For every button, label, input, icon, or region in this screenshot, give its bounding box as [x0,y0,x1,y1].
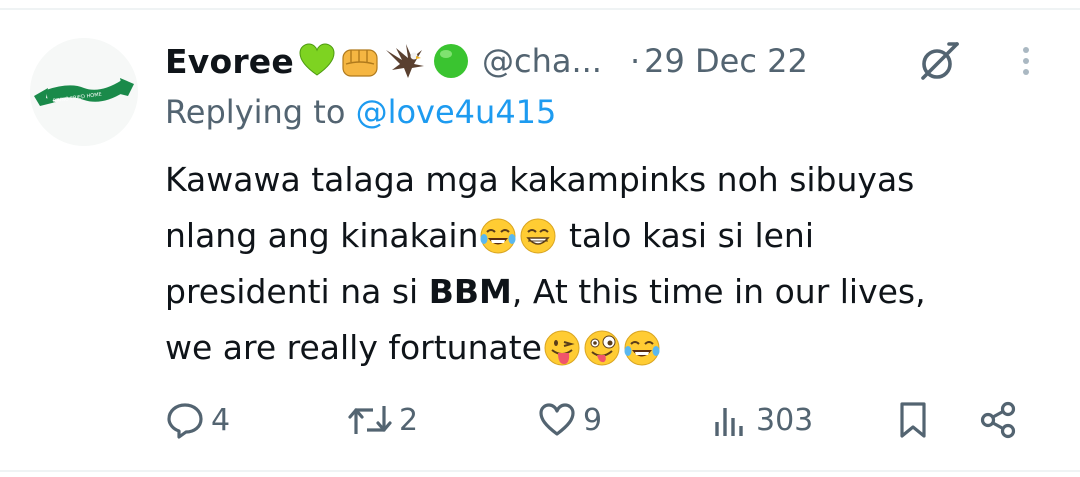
text-segment: , At this time in our lives, [511,272,926,311]
replying-to-link[interactable]: @love4u415 [356,93,557,131]
text-segment: Kawawa talaga mga kakampinks noh sibuyas [165,160,915,199]
reply-count: 4 [211,402,231,438]
display-name[interactable]: Evoree [165,42,294,81]
name-emojis [298,42,470,80]
text-segment: talo kasi si leni [558,216,814,255]
green-heart-emoji [299,43,335,76]
bookmark-button[interactable] [893,395,933,445]
tweet-text: Kawawa talaga mga kakampinks noh sibuyas… [165,152,1045,376]
oncoming-fist-emoji [342,49,378,77]
reply-button[interactable]: 4 [165,395,230,445]
avatar-ribbon-logo: BRING FRIED HOME [30,38,138,146]
tears-of-joy-emoji [480,218,516,254]
tweet-text-line: nlang ang kinakain talo kasi si leni [165,208,1045,264]
share-icon [980,401,1016,439]
views-icon [715,408,743,436]
zany-face-emoji [584,330,620,366]
repost-button[interactable]: 2 [347,395,418,445]
heart-icon [539,403,575,436]
views-count: 303 [756,402,814,438]
tweet-header: Evoree @cha... · 29 Dec 22 [165,36,808,86]
like-count: 9 [583,402,603,438]
replying-to: Replying to @love4u415 [165,93,556,131]
views-button[interactable]: 303 [710,395,813,445]
grok-icon[interactable] [915,38,963,86]
like-button[interactable]: 9 [537,395,602,445]
user-handle[interactable]: @cha... [482,42,602,80]
text-segment: presidenti na si [165,272,429,311]
tweet-date[interactable]: 29 Dec 22 [644,42,808,80]
bookmark-icon [900,402,926,438]
reply-icon [167,403,203,439]
green-circle-emoji [433,44,468,78]
bottom-divider [0,470,1080,472]
separator-dot: · [629,42,641,80]
tweet-text-line: Kawawa talaga mga kakampinks noh sibuyas [165,152,1045,208]
tears-of-joy-emoji [624,330,660,366]
text-bold-segment: BBM [428,272,512,311]
eagle-emoji [385,44,424,78]
top-divider [0,8,1080,10]
tweet-text-line: presidenti na si BBM, At this time in ou… [165,264,1045,320]
repost-count: 2 [399,402,419,438]
share-button[interactable] [977,395,1021,445]
text-segment: nlang ang kinakain [165,216,479,255]
avatar[interactable]: BRING FRIED HOME [30,38,138,146]
winking-tongue-emoji [544,330,580,366]
grinning-squinting-emoji [520,218,556,254]
text-segment: we are really fortunate [165,328,542,367]
tweet-text-line: we are really fortunate [165,320,1045,376]
tweet[interactable]: BRING FRIED HOME Evoree @cha... · 29 Dec… [0,0,1080,477]
more-options-icon[interactable] [1012,44,1040,80]
repost-icon [348,406,392,434]
replying-prefix: Replying to [165,93,356,131]
action-bar: 4 2 9 303 [165,395,1035,445]
